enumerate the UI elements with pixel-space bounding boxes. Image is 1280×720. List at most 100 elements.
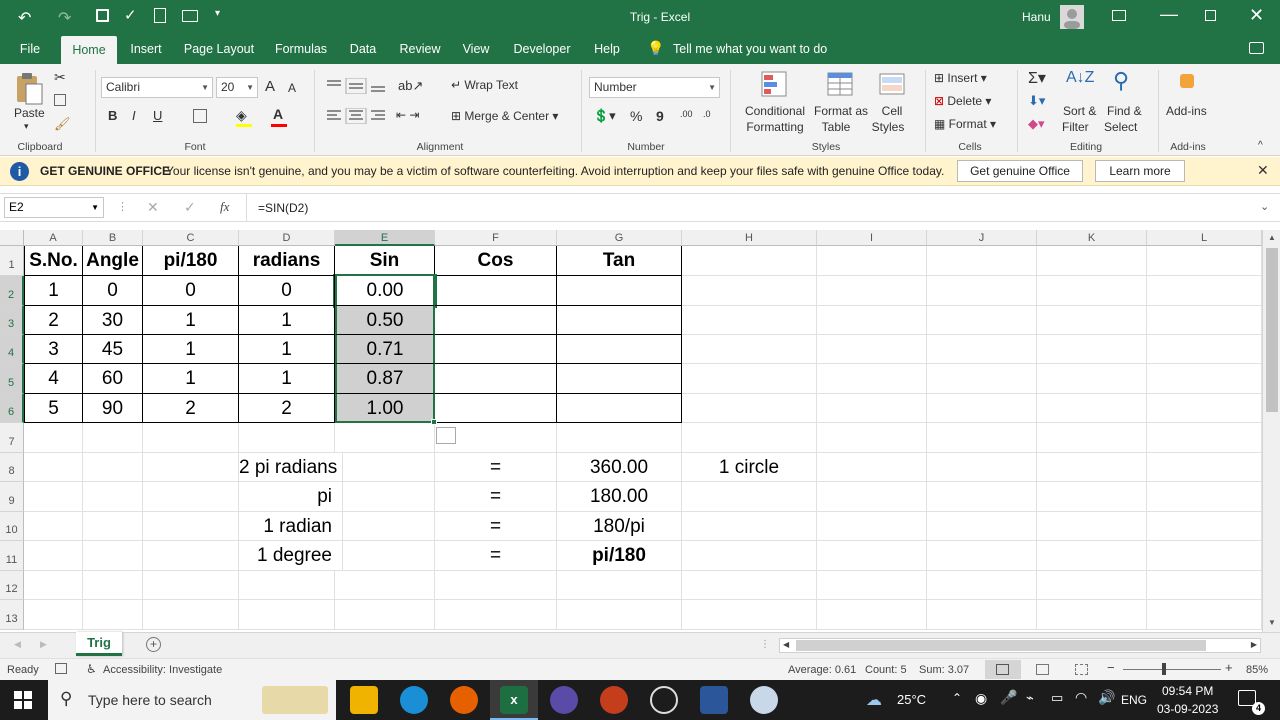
note-equals-cell[interactable]: = [435,482,557,512]
grid-cell[interactable] [1147,394,1262,423]
weather-icon[interactable]: ☁ [866,690,882,710]
windows-start-icon[interactable] [14,691,32,709]
scroll-up-icon[interactable]: ▲ [1268,233,1276,242]
undo-icon[interactable]: ↶ [18,8,31,28]
table-data-cell[interactable]: 1 [239,364,335,394]
grid-cell[interactable] [24,423,83,453]
word-icon[interactable] [700,686,728,714]
firefox-icon[interactable] [450,686,478,714]
tab-view[interactable]: View [456,34,496,64]
scroll-down-icon[interactable]: ▼ [1268,618,1276,627]
grid-cell[interactable] [927,306,1037,335]
format-painter-icon[interactable]: 🖌 [54,116,71,132]
zoom-in-icon[interactable]: + [1225,660,1233,675]
table-data-cell[interactable]: 0 [239,276,335,306]
column-header-f[interactable]: F [435,230,557,246]
zoom-slider-thumb[interactable] [1162,663,1166,675]
accessibility-status[interactable]: Accessibility: Investigate [103,664,222,676]
note-left-cell[interactable]: 1 radian [239,512,343,541]
ribbon-display-options-icon[interactable] [1112,10,1126,21]
snipping-tool-icon[interactable] [750,686,778,714]
clock-time[interactable]: 09:54 PM [1162,684,1213,698]
grid-cell[interactable] [1147,482,1262,512]
grid-cell[interactable] [1147,541,1262,571]
taskbar-excel-active[interactable]: x [490,680,538,720]
column-header-l[interactable]: L [1147,230,1262,246]
note-value-cell[interactable]: 180.00 [557,482,682,512]
grid-cell[interactable] [143,512,239,541]
grid-cell[interactable] [817,600,927,630]
scroll-sheets-left-icon[interactable]: ◀ [14,639,21,650]
tab-home[interactable]: Home [61,36,117,64]
show-hidden-icons[interactable]: ⌃ [952,691,962,705]
grid-cell[interactable] [1147,512,1262,541]
volume-icon[interactable]: 🔊 [1098,689,1115,706]
grid-cell[interactable] [927,482,1037,512]
row-header-6[interactable]: 6 [0,394,24,423]
grid-cell[interactable] [143,453,239,482]
edge-browser-icon[interactable] [400,686,428,714]
table-data-cell[interactable]: 0.00 [333,274,437,308]
grid-cell[interactable] [83,512,143,541]
tab-insert[interactable]: Insert [124,34,168,64]
grid-cell[interactable] [335,600,435,630]
grid-cell[interactable] [1037,364,1147,394]
grid-cell[interactable] [927,571,1037,600]
table-data-cell[interactable]: 60 [83,364,143,394]
note-value-cell[interactable]: 360.00 [557,453,682,482]
row-header-10[interactable]: 10 [0,512,24,541]
name-box[interactable]: E2 ▼ [4,197,104,218]
sheet-tab-trig[interactable]: Trig [76,632,122,656]
grid-cell[interactable] [817,364,927,394]
table-data-cell[interactable]: 1.00 [335,394,435,423]
grid-cell[interactable] [817,482,927,512]
get-genuine-office-button[interactable]: Get genuine Office [957,160,1083,182]
row-header-13[interactable]: 13 [0,600,24,630]
find-select-icon[interactable]: ⚲ [1113,68,1129,94]
note-equals-cell[interactable]: = [435,512,557,541]
grid-cell[interactable] [335,423,435,453]
confirm-entry-icon[interactable]: ✓ [184,199,196,216]
paste-dropdown-icon[interactable]: ▾ [24,121,29,132]
grid-cell[interactable] [335,453,435,482]
file-explorer-icon[interactable] [350,686,378,714]
table-data-cell[interactable] [557,276,682,306]
conditional-formatting-icon[interactable] [760,70,788,98]
grid-cell[interactable] [817,394,927,423]
add-ins-icon[interactable] [1180,74,1194,88]
table-header-cell[interactable]: radians [239,246,335,276]
grid-cell[interactable] [1037,306,1147,335]
grid-cell[interactable] [682,571,817,600]
close-icon[interactable]: ✕ [1249,5,1264,26]
row-header-2[interactable]: 2 [0,276,24,306]
grid-cell[interactable] [143,571,239,600]
minimize-icon[interactable]: — [1160,4,1178,25]
cancel-entry-icon[interactable]: ✕ [147,199,159,216]
grid-cell[interactable] [435,600,557,630]
zoom-slider-track[interactable] [1123,669,1221,670]
grid-cell[interactable] [927,364,1037,394]
page-break-view-icon[interactable] [1075,664,1088,675]
save-icon[interactable] [96,9,109,22]
eclipse-icon[interactable] [550,686,578,714]
table-data-cell[interactable]: 1 [24,276,83,306]
bold-button[interactable]: B [108,108,117,123]
note-extra-cell[interactable] [682,541,817,571]
conditional-formatting-button[interactable]: Conditional [744,104,806,118]
note-left-cell[interactable]: pi [239,482,343,512]
grid-cell[interactable] [682,600,817,630]
table-data-cell[interactable] [435,306,557,335]
row-header-12[interactable]: 12 [0,571,24,600]
table-data-cell[interactable]: 1 [239,335,335,364]
grid-cell[interactable] [143,482,239,512]
grid-cell[interactable] [335,482,435,512]
insert-cells-button[interactable]: ⊞ Insert ▾ [934,71,987,85]
fill-icon[interactable]: ⬇▾ [1028,93,1045,109]
grid-cell[interactable] [817,423,927,453]
table-header-cell[interactable]: Sin [335,246,435,276]
insert-function-icon[interactable]: fx [220,199,229,215]
grid-cell[interactable] [1037,394,1147,423]
taskbar-search-input[interactable]: Type here to search [88,692,212,708]
italic-button[interactable]: I [132,108,136,123]
grid-cell[interactable] [817,453,927,482]
